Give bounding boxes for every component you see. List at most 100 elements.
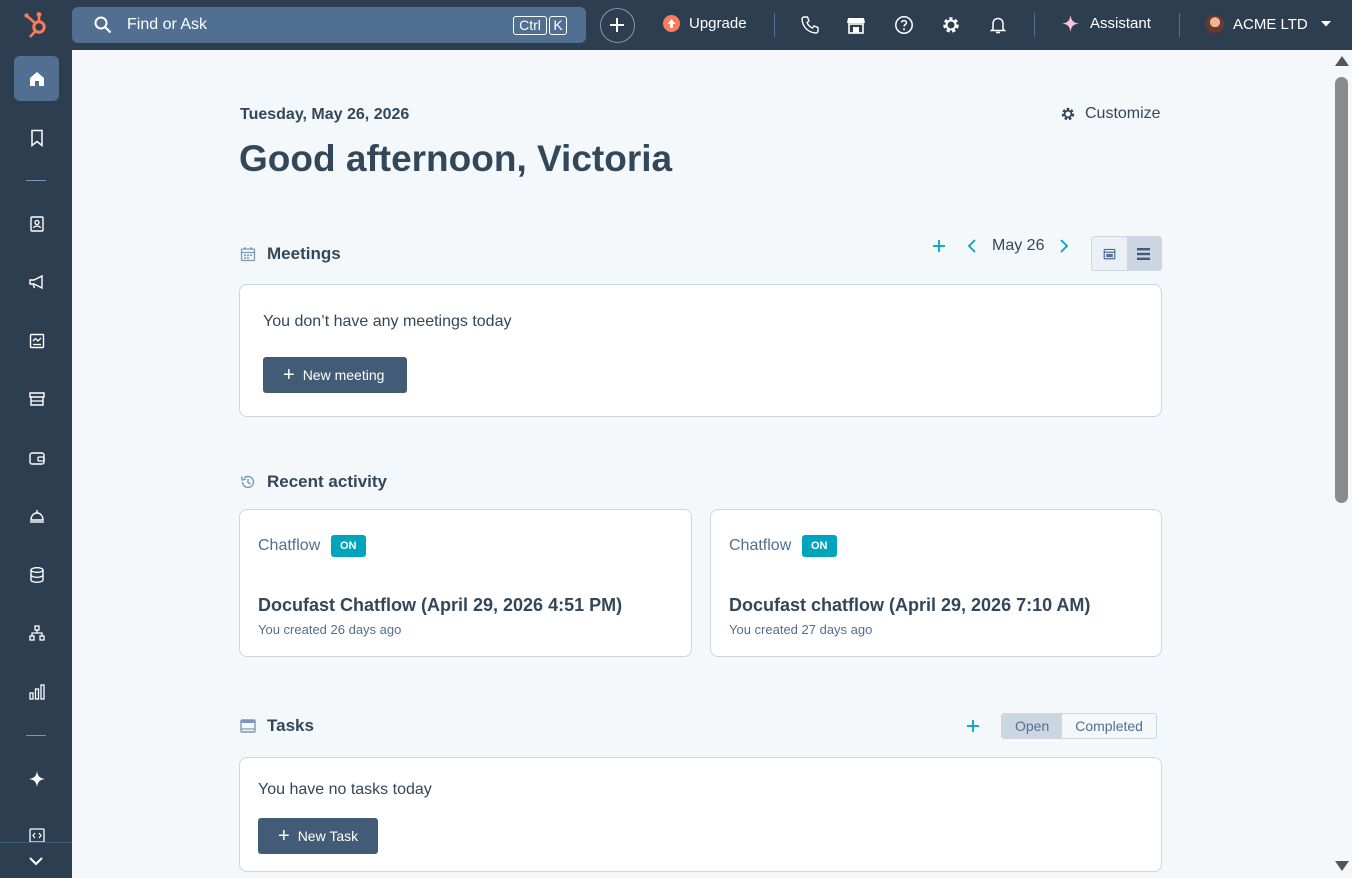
assistant-label: Assistant [1090, 15, 1151, 32]
sidebar-item-reports[interactable] [14, 669, 59, 714]
search-placeholder[interactable]: Find or Ask [127, 16, 207, 34]
sidebar-item-marketing[interactable] [14, 259, 59, 304]
sidebar-item-developer[interactable] [14, 814, 59, 842]
tasks-empty-text: You have no tasks today [258, 781, 432, 798]
user-avatar [1206, 15, 1224, 33]
tab-completed[interactable]: Completed [1062, 714, 1156, 738]
left-sidebar [0, 50, 72, 878]
global-search-bar[interactable]: Find or Ask Ctrl K [72, 7, 586, 43]
list-icon [1137, 247, 1151, 260]
tab-open[interactable]: Open [1002, 714, 1063, 738]
add-task-plus-icon[interactable] [966, 719, 980, 733]
activity-card[interactable]: Chatflow ON Docufast chatflow (April 29,… [710, 509, 1162, 657]
recent-activity-header: Recent activity [240, 472, 387, 492]
developer-code-icon [28, 828, 45, 842]
meetings-card: You don’t have any meetings today + New … [239, 284, 1162, 417]
assistant-button[interactable]: Assistant [1061, 14, 1151, 33]
wallet-icon [28, 451, 45, 465]
sidebar-item-home[interactable] [14, 56, 59, 101]
scroll-up-arrow-icon[interactable] [1335, 56, 1349, 66]
tasks-header: Tasks [240, 716, 314, 736]
sidebar-item-payments[interactable] [14, 435, 59, 480]
tasks-filter-toggle: Open Completed [1001, 713, 1157, 739]
meetings-heading: Meetings [267, 244, 341, 263]
help-icon[interactable] [894, 15, 914, 35]
list-view-button[interactable] [1126, 237, 1161, 270]
sidebar-item-contacts[interactable] [14, 201, 59, 246]
sidebar-item-bookmarks[interactable] [14, 115, 59, 160]
activity-subtitle: You created 27 days ago [729, 622, 873, 637]
settings-gear-icon[interactable] [941, 15, 961, 35]
scroll-down-arrow-icon[interactable] [1335, 861, 1349, 871]
database-icon [29, 566, 44, 583]
scrollbar-thumb[interactable] [1335, 77, 1348, 503]
customize-label: Customize [1085, 105, 1161, 122]
sidebar-item-content[interactable] [14, 318, 59, 363]
sidebar-item-data[interactable] [14, 552, 59, 597]
plus-icon: + [283, 364, 295, 386]
calendar-icon [240, 247, 256, 262]
megaphone-icon [28, 274, 43, 289]
sidebar-divider [26, 735, 46, 736]
sidebar-item-commerce[interactable] [14, 376, 59, 421]
activity-card[interactable]: Chatflow ON Docufast Chatflow (April 29,… [239, 509, 692, 657]
shortcut-k-key: K [549, 16, 567, 35]
chevron-down-icon [1320, 21, 1331, 27]
chevron-left-icon[interactable] [966, 238, 978, 254]
current-date: Tuesday, May 26, 2026 [240, 106, 410, 123]
new-task-label: New Task [297, 828, 359, 844]
upgrade-button[interactable]: Upgrade [663, 15, 747, 32]
page-scrollbar[interactable] [1332, 50, 1352, 878]
meetings-current-date: May 26 [992, 237, 1045, 254]
sidebar-item-automation[interactable] [14, 610, 59, 655]
history-icon [240, 475, 255, 489]
top-navigation-bar: Find or Ask Ctrl K Upgrade Assistant ACM… [0, 0, 1352, 50]
hubspot-logo-icon[interactable] [22, 10, 52, 40]
status-badge: ON [802, 535, 837, 557]
add-meeting-plus-icon[interactable] [932, 239, 946, 253]
toolbar-divider [1034, 13, 1035, 37]
sparkle-icon [1061, 14, 1080, 33]
meetings-date-nav: May 26 [932, 237, 1070, 255]
sidebar-item-service[interactable] [14, 493, 59, 538]
tasks-heading: Tasks [267, 716, 314, 735]
status-badge: ON [331, 535, 366, 557]
new-meeting-button[interactable]: + New meeting [263, 357, 407, 393]
sidebar-expand-button[interactable] [0, 842, 72, 878]
tasks-card: You have no tasks today + New Task [239, 757, 1162, 872]
upgrade-arrow-icon [663, 15, 680, 32]
recent-activity-heading: Recent activity [267, 472, 387, 491]
account-name: ACME LTD [1233, 15, 1308, 33]
settings-gear-icon [1061, 107, 1075, 121]
create-new-button[interactable] [600, 8, 635, 43]
phone-icon[interactable] [800, 15, 820, 35]
meetings-header: Meetings [240, 244, 341, 264]
bar-chart-icon [28, 683, 45, 700]
chevron-down-icon [29, 856, 43, 865]
sidebar-item-ai[interactable] [14, 756, 59, 801]
activity-type: Chatflow [729, 537, 792, 554]
activity-title[interactable]: Docufast Chatflow (April 29, 2026 4:51 P… [258, 595, 622, 616]
notifications-bell-icon[interactable] [988, 15, 1008, 35]
new-task-button[interactable]: + New Task [258, 818, 378, 854]
sidebar-divider [26, 180, 46, 181]
customize-button[interactable]: Customize [1060, 105, 1161, 123]
toolbar-divider [1179, 13, 1180, 37]
activity-title[interactable]: Docufast chatflow (April 29, 2026 7:10 A… [729, 595, 1090, 616]
contacts-icon [29, 215, 44, 232]
search-icon [94, 16, 112, 34]
page-title: Good afternoon, Victoria [239, 138, 673, 179]
home-dashboard: Tuesday, May 26, 2026 Good afternoon, Vi… [72, 50, 1332, 878]
meetings-empty-text: You don’t have any meetings today [263, 313, 512, 330]
meetings-view-toggle [1091, 236, 1162, 271]
tasks-icon [240, 719, 256, 733]
calendar-icon [1103, 248, 1116, 260]
shortcut-ctrl-key: Ctrl [513, 16, 547, 35]
marketplace-icon[interactable] [846, 15, 866, 35]
calendar-view-button[interactable] [1092, 237, 1127, 270]
upgrade-label: Upgrade [689, 15, 747, 32]
account-menu[interactable]: ACME LTD [1206, 15, 1332, 33]
chevron-right-icon[interactable] [1058, 238, 1070, 254]
activity-type: Chatflow [258, 537, 321, 554]
home-icon [29, 71, 44, 86]
